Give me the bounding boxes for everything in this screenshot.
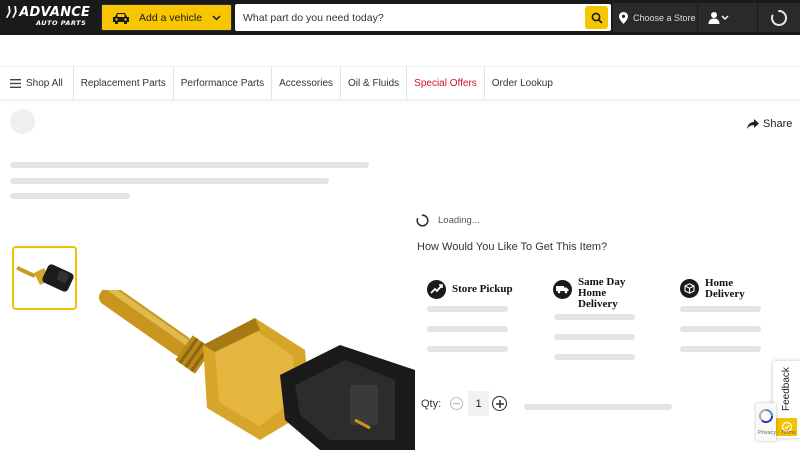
add-vehicle-button[interactable]: Add a vehicle [101,4,232,31]
quantity-decrease-button[interactable] [450,397,463,410]
loading-spinner-icon [416,214,429,227]
feedback-tab[interactable]: Feedback [773,361,800,438]
nav-special-offers[interactable]: Special Offers [407,66,485,100]
recaptcha-badge[interactable]: Privacy - Terms [756,403,796,441]
chevron-down-icon [212,15,221,21]
option-skeleton-line [680,326,761,332]
nav-replacement-parts[interactable]: Replacement Parts [74,66,174,100]
logo-wordmark: ADVANCE [19,5,91,20]
add-to-cart-skeleton [524,404,672,410]
option-skeleton-line [680,346,761,352]
temperature-sensor-image [98,290,415,450]
recaptcha-icon [758,408,774,424]
nav-order-lookup[interactable]: Order Lookup [485,67,560,100]
option-skeleton-line [554,354,635,360]
option-skeleton-line [427,306,508,312]
nav-performance-parts[interactable]: Performance Parts [174,66,273,100]
choose-store-label: Choose a Store [633,12,696,23]
share-arrow-icon [747,119,759,129]
quantity-value[interactable]: 1 [468,391,489,416]
same-day-truck-icon [553,280,572,299]
shop-all-menu[interactable]: Shop All [0,66,74,100]
account-menu-button[interactable] [697,3,757,32]
product-thumbnail[interactable] [12,246,77,310]
option-skeleton-line [427,326,508,332]
search-icon [591,12,603,24]
store-pickup-option[interactable]: Store Pickup [427,280,513,299]
hamburger-menu-icon [10,78,21,88]
shop-all-label: Shop All [26,77,63,89]
logo-chevron-icon: ⟩⟩ [6,5,19,20]
same-day-label-line3: Delivery [578,298,618,310]
category-nav: Shop All Replacement Parts Performance P… [0,66,800,100]
loading-text: Loading... [438,215,480,226]
search-button[interactable] [585,6,608,29]
title-skeleton-line [10,193,130,199]
same-day-delivery-option[interactable]: Same Day Home Delivery [553,277,625,310]
choose-store-button[interactable]: Choose a Store [613,3,697,32]
minus-icon [453,402,460,404]
nav-accessories[interactable]: Accessories [272,66,342,100]
store-pickup-icon [427,280,446,299]
home-delivery-option[interactable]: Home Delivery [680,278,745,300]
user-icon [708,11,729,24]
add-vehicle-label: Add a vehicle [139,11,203,24]
home-delivery-label-line2: Delivery [705,288,745,300]
title-skeleton-line [10,162,369,168]
plus-icon [495,399,504,408]
store-pickup-label: Store Pickup [452,283,513,295]
package-icon [680,279,699,298]
search-bar [235,4,611,31]
recaptcha-terms-text: Privacy - Terms [758,430,796,436]
advance-auto-parts-logo[interactable]: ⟩⟩ADVANCE AUTO PARTS [6,5,98,29]
fulfillment-heading: How Would You Like To Get This Item? [417,241,608,253]
option-skeleton-line [680,306,761,312]
search-input[interactable] [235,4,583,31]
product-main-image[interactable] [95,290,415,450]
quantity-increase-button[interactable] [492,396,507,411]
sensor-thumbnail-image [16,264,74,292]
loading-indicator: Loading... [416,214,480,227]
title-skeleton-line [10,178,329,184]
feedback-label: Feedback [781,367,792,411]
quantity-label: Qty: [421,398,442,410]
share-button[interactable]: Share [747,118,792,130]
cart-loading-spinner-icon [757,3,800,32]
share-label: Share [763,118,793,130]
brand-logo-placeholder [10,109,35,134]
option-skeleton-line [554,334,635,340]
location-pin-icon [619,11,628,24]
car-icon [113,12,129,24]
logo-subtitle: AUTO PARTS [36,19,87,27]
nav-oil-fluids[interactable]: Oil & Fluids [341,66,408,100]
option-skeleton-line [554,314,635,320]
option-skeleton-line [427,346,508,352]
top-header: ⟩⟩ADVANCE AUTO PARTS Add a vehicle Choos… [0,0,800,35]
